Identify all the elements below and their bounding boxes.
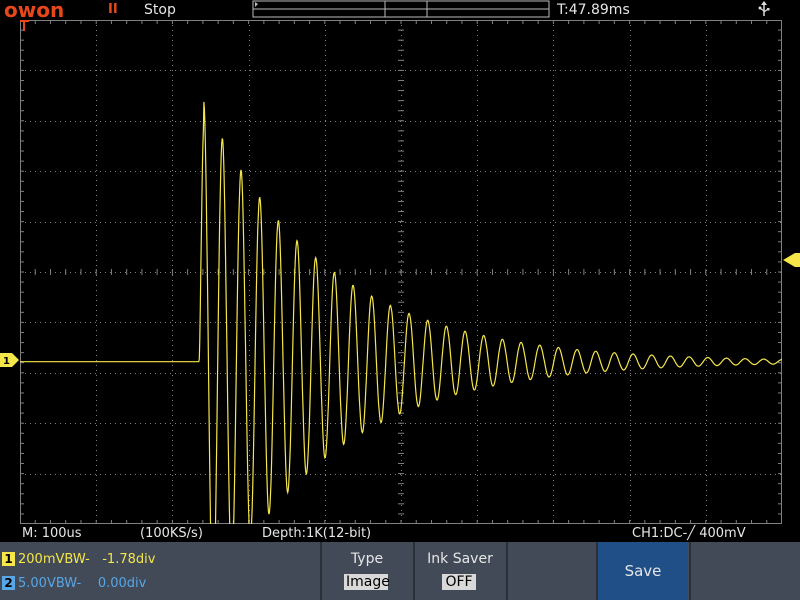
type-label: Type — [350, 551, 384, 567]
bottom-menu: 1 200mVBW- -1.78div 2 5.00VBW- 0.00div T… — [0, 542, 800, 600]
usb-icon — [758, 1, 770, 16]
pause-icon: II — [108, 2, 118, 17]
menu-separator — [506, 542, 508, 600]
graticule — [20, 20, 782, 524]
type-menu-item[interactable]: Type Image — [322, 542, 412, 600]
ch2-settings: 5.00VBW- 0.00div — [18, 576, 147, 591]
trigger-info-readout: CH1:DC-╱ 400mV — [632, 526, 746, 541]
memory-depth-readout: Depth:1K(12-bit) — [262, 526, 372, 541]
waveform-display[interactable] — [20, 20, 782, 524]
timebase-readout: M: 100us — [22, 526, 82, 541]
save-button[interactable]: Save — [598, 542, 688, 600]
run-status: Stop — [144, 2, 176, 18]
trigger-position-marker[interactable] — [20, 20, 30, 32]
trigger-level-marker[interactable] — [783, 253, 800, 267]
owon-logo: owon — [4, 0, 65, 22]
svg-text:1: 1 — [3, 356, 10, 367]
ink-saver-value: OFF — [442, 574, 476, 590]
ch1-settings: 200mVBW- -1.78div — [18, 552, 156, 567]
top-status-bar: owon II Stop T:47.89ms — [0, 0, 800, 22]
trigger-time-readout: T:47.89ms — [557, 2, 630, 18]
ink-saver-label: Ink Saver — [427, 551, 493, 567]
type-value: Image — [344, 574, 390, 590]
memory-position-bar — [252, 0, 550, 18]
ink-saver-menu-item[interactable]: Ink Saver OFF — [415, 542, 505, 600]
ch2-badge: 2 — [2, 576, 15, 590]
menu-separator — [689, 542, 691, 600]
sample-rate-readout: (100KS/s) — [140, 526, 203, 541]
status-line: M: 100us (100KS/s) Depth:1K(12-bit) CH1:… — [0, 524, 800, 542]
ch1-offset-marker[interactable]: 1 — [0, 352, 20, 368]
ch1-badge: 1 — [2, 552, 15, 566]
